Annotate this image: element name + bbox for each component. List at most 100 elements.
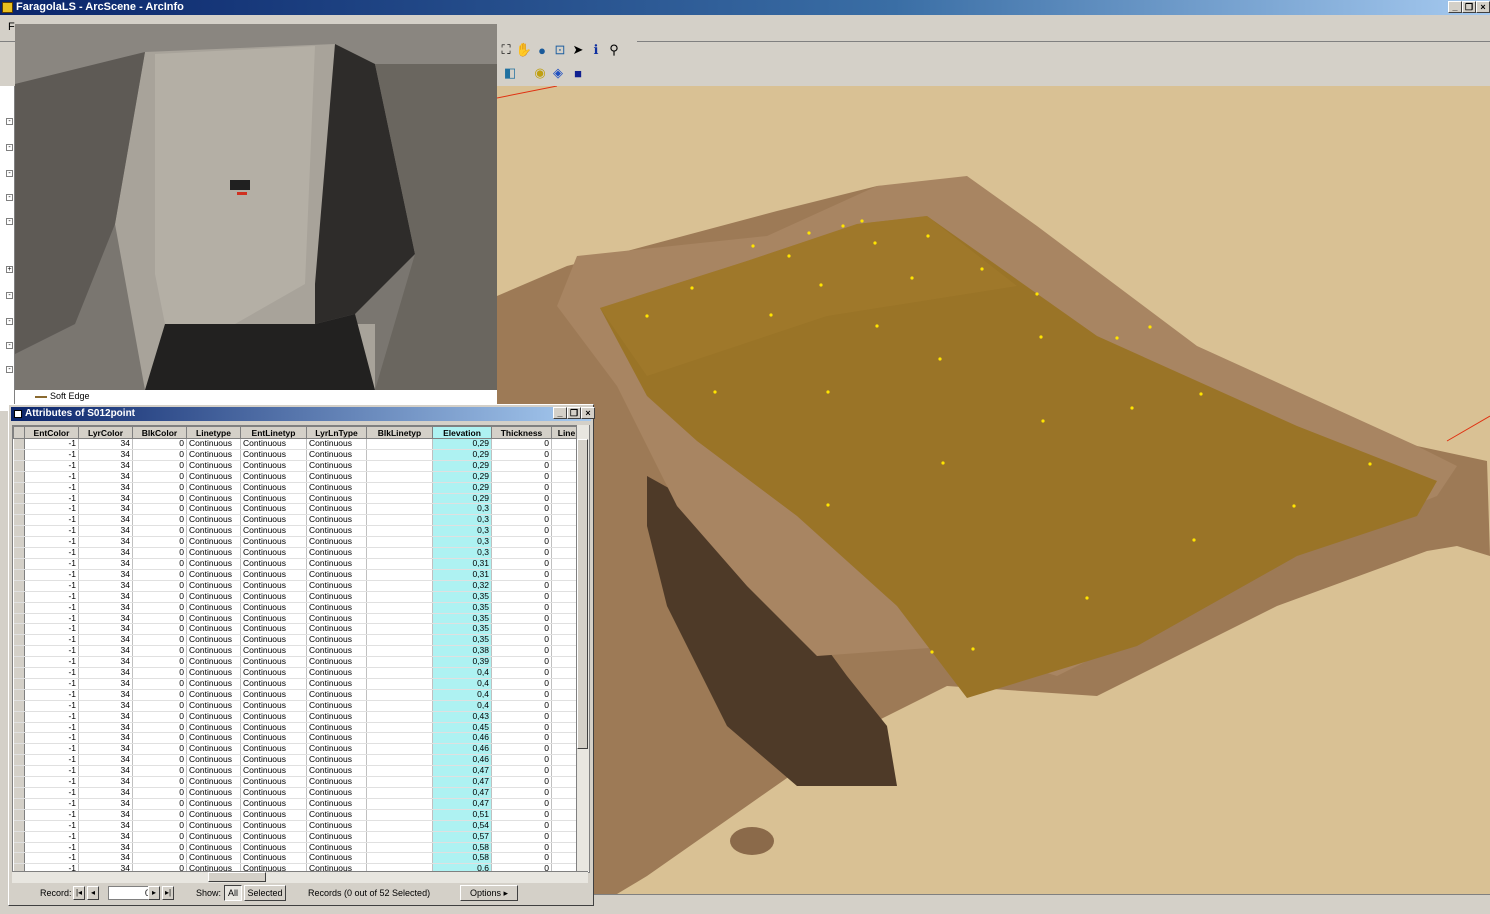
table-row[interactable]: -1 34 0 Continuous Continuous Continuous 0,29 0 <box>13 482 582 494</box>
table-row[interactable]: -1 34 0 Continuous Continuous Continuous 0,3 0 <box>13 547 582 559</box>
show-selected-button[interactable]: Selected <box>244 885 286 901</box>
row-selector[interactable] <box>13 776 25 788</box>
row-selector[interactable] <box>13 711 25 723</box>
row-selector[interactable] <box>13 831 25 843</box>
column-header[interactable]: LyrColor <box>78 426 133 439</box>
close-button[interactable]: × <box>1476 1 1490 13</box>
table-row[interactable]: -1 34 0 Continuous Continuous Continuous 0,54 0 <box>13 820 582 832</box>
row-selector[interactable] <box>13 743 25 756</box>
column-header[interactable]: Thickness <box>491 426 552 439</box>
attr-minimize-button[interactable]: _ <box>553 407 567 419</box>
menu-file[interactable]: F <box>8 21 15 33</box>
row-selector[interactable] <box>13 493 25 505</box>
row-selector[interactable] <box>13 536 25 549</box>
row-selector[interactable] <box>13 765 25 778</box>
column-header[interactable]: Linetype <box>186 426 241 439</box>
table-row[interactable]: -1 34 0 Continuous Continuous Continuous 0,43 0 <box>13 711 582 723</box>
row-selector[interactable] <box>13 558 25 570</box>
table-row[interactable]: -1 34 0 Continuous Continuous Continuous 0,29 0 <box>13 471 582 483</box>
attr-restore-button[interactable]: ❐ <box>567 407 581 419</box>
toc-expand-toggle[interactable]: - <box>6 144 13 151</box>
minimize-button[interactable]: _ <box>1448 1 1462 13</box>
table-row[interactable]: -1 34 0 Continuous Continuous Continuous 0,3 0 <box>13 514 582 527</box>
select-arrow-icon[interactable]: ➤ <box>569 41 587 59</box>
zoom-to-icon[interactable]: ⊡ <box>551 41 569 59</box>
table-row[interactable]: -1 34 0 Continuous Continuous Continuous 0,39 0 <box>13 656 582 669</box>
globe-small-icon[interactable]: ◈ <box>549 64 567 82</box>
row-selector[interactable] <box>13 667 25 679</box>
column-header[interactable]: LyrLnType <box>306 426 367 439</box>
row-selector[interactable] <box>13 678 25 690</box>
row-selector[interactable] <box>13 613 25 625</box>
table-row[interactable]: -1 34 0 Continuous Continuous Continuous 0,35 0 <box>13 613 582 625</box>
column-header[interactable]: BlkLinetyp <box>366 426 433 439</box>
table-row[interactable]: -1 34 0 Continuous Continuous Continuous 0,29 0 <box>13 493 582 505</box>
table-row[interactable]: -1 34 0 Continuous Continuous Continuous 0,32 0 <box>13 580 582 592</box>
toc-expand-toggle[interactable]: - <box>6 118 13 125</box>
table-row[interactable]: -1 34 0 Continuous Continuous Continuous 0,47 0 <box>13 776 582 788</box>
row-selector[interactable] <box>13 645 25 658</box>
table-row[interactable]: -1 34 0 Continuous Continuous Continuous 0,47 0 <box>13 787 582 799</box>
table-row[interactable]: -1 34 0 Continuous Continuous Continuous 0,4 0 <box>13 700 582 712</box>
table-row[interactable]: -1 34 0 Continuous Continuous Continuous 0,29 0 <box>13 438 582 450</box>
table-row[interactable]: -1 34 0 Continuous Continuous Continuous 0,3 0 <box>13 503 582 516</box>
row-selector[interactable] <box>13 656 25 669</box>
table-row[interactable]: -1 34 0 Continuous Continuous Continuous 0,4 0 <box>13 689 582 701</box>
row-selector[interactable] <box>13 569 25 581</box>
layer-icon[interactable]: ◧ <box>501 64 519 82</box>
table-row[interactable]: -1 34 0 Continuous Continuous Continuous 0,35 0 <box>13 591 582 603</box>
first-record-button[interactable]: |◂ <box>73 886 85 900</box>
table-row[interactable]: -1 34 0 Continuous Continuous Continuous 0,29 0 <box>13 449 582 461</box>
table-row[interactable]: -1 34 0 Continuous Continuous Continuous 0,57 0 <box>13 831 582 843</box>
row-selector[interactable] <box>13 580 25 592</box>
toc-expand-toggle[interactable]: - <box>6 292 13 299</box>
row-selector[interactable] <box>13 591 25 603</box>
column-header[interactable]: Elevation <box>432 426 492 439</box>
row-selector[interactable] <box>13 623 25 636</box>
pan-hand-icon[interactable]: ✋ <box>515 41 533 59</box>
row-selector[interactable] <box>13 798 25 810</box>
table-row[interactable]: -1 34 0 Continuous Continuous Continuous 0,46 0 <box>13 754 582 767</box>
shapes-icon[interactable]: ◉ <box>531 64 549 82</box>
table-row[interactable]: -1 34 0 Continuous Continuous Continuous 0,46 0 <box>13 743 582 756</box>
toc-expand-toggle[interactable]: - <box>6 170 13 177</box>
row-selector[interactable] <box>13 787 25 799</box>
attr-close-button[interactable]: × <box>581 407 595 419</box>
vertical-scrollbar[interactable] <box>576 425 589 871</box>
horizontal-scroll-thumb[interactable] <box>208 872 266 882</box>
row-selector[interactable] <box>13 842 25 854</box>
table-row[interactable]: -1 34 0 Continuous Continuous Continuous 0,4 0 <box>13 667 582 679</box>
table-of-contents[interactable]: - - - - - + - - - - <box>0 86 15 411</box>
table-row[interactable]: -1 34 0 Continuous Continuous Continuous 0,3 0 <box>13 525 582 538</box>
table-row[interactable]: -1 34 0 Continuous Continuous Continuous 0,35 0 <box>13 602 582 614</box>
row-selector[interactable] <box>13 852 25 865</box>
restore-button[interactable]: ❐ <box>1462 1 1476 13</box>
row-selector[interactable] <box>13 722 25 734</box>
scene-view-3d[interactable] <box>497 86 1490 894</box>
toc-expand-toggle[interactable]: + <box>6 266 13 273</box>
show-all-button[interactable]: All <box>224 885 242 901</box>
row-selector[interactable] <box>13 525 25 538</box>
row-selector[interactable] <box>13 689 25 701</box>
last-record-button[interactable]: ▸| <box>162 886 174 900</box>
column-header[interactable]: EntLinetyp <box>240 426 307 439</box>
toc-expand-toggle[interactable]: - <box>6 194 13 201</box>
row-selector[interactable] <box>13 547 25 559</box>
row-selector[interactable] <box>13 460 25 472</box>
table-row[interactable]: -1 34 0 Continuous Continuous Continuous 0,51 0 <box>13 809 582 821</box>
row-selector[interactable] <box>13 602 25 614</box>
table-row[interactable]: -1 34 0 Continuous Continuous Continuous 0,29 0 <box>13 460 582 472</box>
options-button[interactable]: Options ▸ <box>460 885 518 901</box>
toc-expand-toggle[interactable]: - <box>6 218 13 225</box>
table-row[interactable]: -1 34 0 Continuous Continuous Continuous 0,4 0 <box>13 678 582 690</box>
globe-icon[interactable]: ● <box>533 41 551 59</box>
table-row[interactable]: -1 34 0 Continuous Continuous Continuous 0,35 0 <box>13 623 582 636</box>
column-header[interactable]: EntColor <box>24 426 79 439</box>
row-selector[interactable] <box>13 471 25 483</box>
column-header[interactable]: BlkColor <box>132 426 187 439</box>
row-selector[interactable] <box>13 809 25 821</box>
row-selector[interactable] <box>13 503 25 516</box>
table-row[interactable]: -1 34 0 Continuous Continuous Continuous 0,38 0 <box>13 645 582 658</box>
toc-expand-toggle[interactable]: - <box>6 342 13 349</box>
table-row[interactable]: -1 34 0 Continuous Continuous Continuous 0,31 0 <box>13 569 582 581</box>
